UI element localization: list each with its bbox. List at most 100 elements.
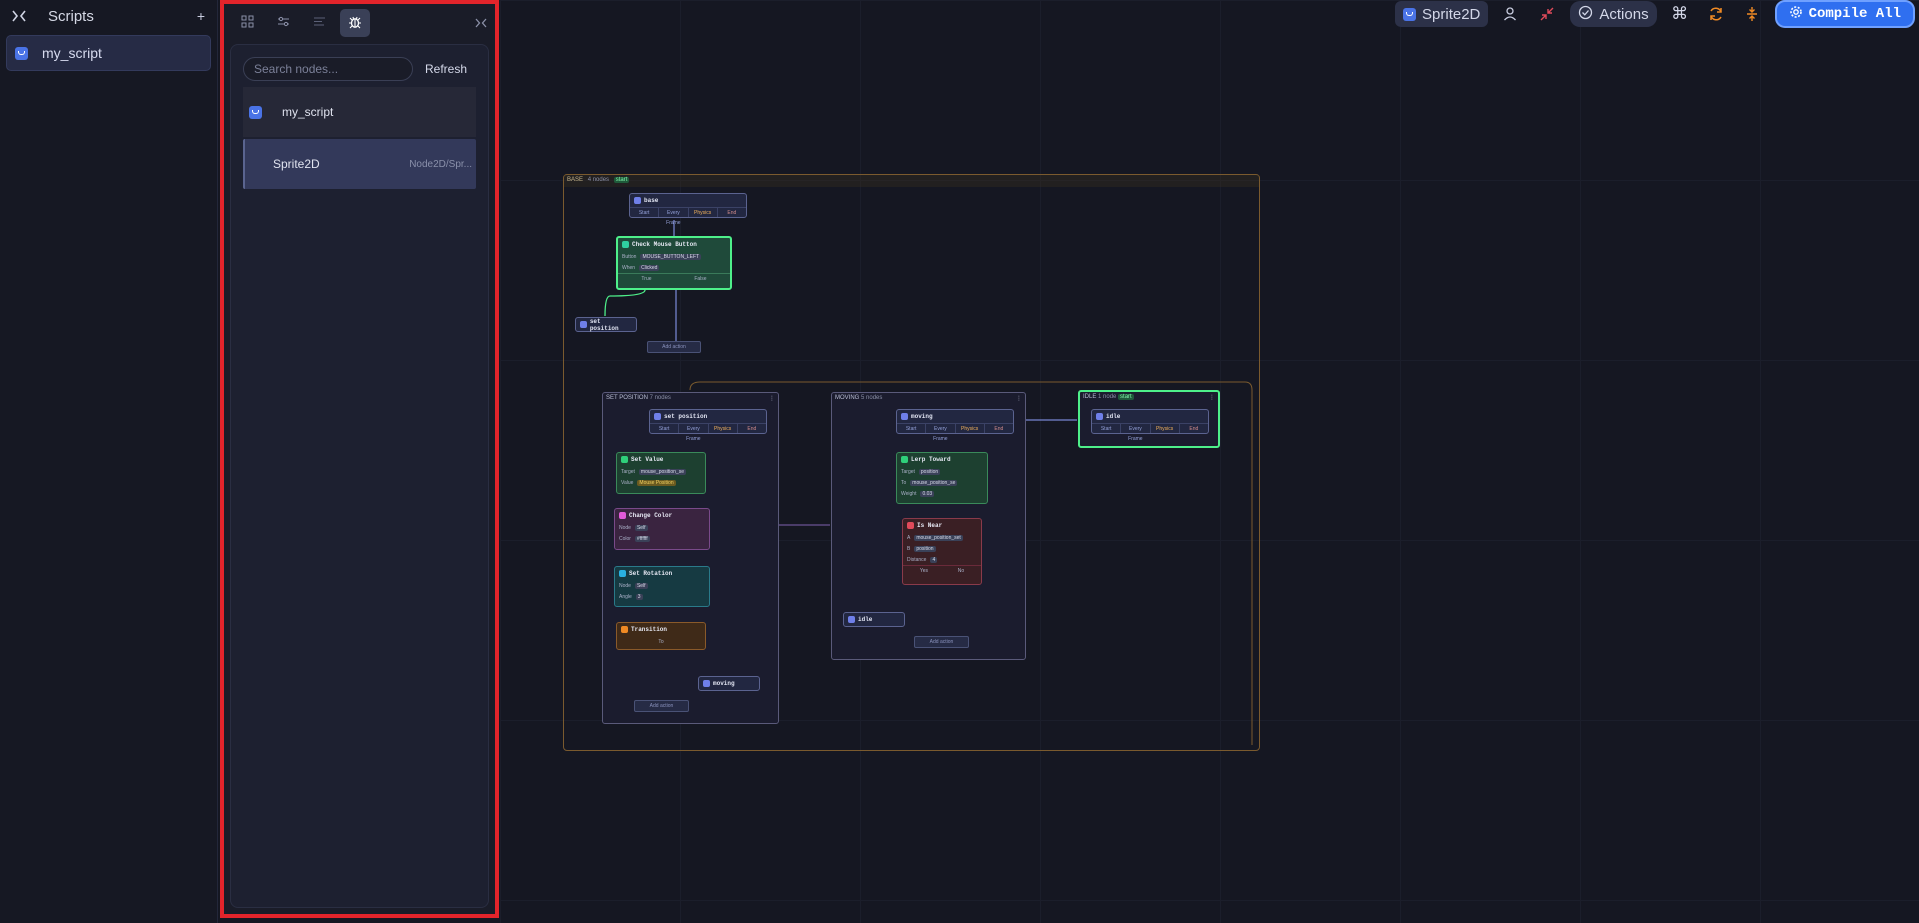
when-value[interactable]: Clicked (639, 264, 660, 271)
yes-port[interactable]: Yes (920, 568, 928, 574)
tree-item-my-script[interactable]: my_script (243, 87, 476, 137)
target-value[interactable]: mouse_position_se (638, 468, 686, 475)
target-label: Target (901, 468, 915, 475)
group-menu-icon[interactable]: ⋮ (1209, 394, 1215, 402)
transition-node[interactable]: Transition To (616, 622, 706, 650)
graph-canvas[interactable]: BASE 4 nodes start base Start Every Fram… (500, 0, 1919, 923)
color-value[interactable]: #ffffff (634, 535, 650, 542)
value-value[interactable]: Mouse Position (637, 479, 676, 486)
tree-item-label: Sprite2D (273, 157, 320, 171)
a-value[interactable]: mouse_position_set (914, 534, 963, 541)
tab-every-frame[interactable]: Every Frame (1121, 424, 1151, 442)
is-near-node[interactable]: Is Near Amouse_position_set Bposition Di… (902, 518, 982, 585)
true-port[interactable]: True (641, 276, 651, 282)
refresh-icon[interactable] (1703, 1, 1729, 27)
node-value[interactable]: Self (634, 582, 648, 589)
node-panel: Refresh my_script Sprite2D Node2D/Spr... (220, 0, 499, 918)
change-color-node[interactable]: Change Color Node Self Color #ffffff (614, 508, 710, 550)
idle-ref-node[interactable]: idle (843, 612, 905, 627)
actions-button[interactable]: Actions (1570, 1, 1657, 27)
b-value[interactable]: position (914, 545, 936, 552)
false-port[interactable]: False (694, 276, 706, 282)
scripts-header: Scripts + (0, 0, 217, 32)
plus-icon[interactable]: + (197, 8, 205, 24)
tab-end[interactable]: End (738, 424, 766, 433)
command-icon[interactable]: ⌘ (1667, 1, 1693, 27)
weight-value[interactable]: 0.03 (920, 490, 935, 497)
tree-item-sprite2d[interactable]: Sprite2D Node2D/Spr... (243, 139, 476, 189)
script-item-my-script[interactable]: my_script (6, 35, 211, 71)
tab-start[interactable]: Start (630, 208, 660, 217)
lerp-toward-node[interactable]: Lerp Toward Target position To mouse_posit… (896, 452, 988, 504)
grid-icon (241, 15, 254, 31)
tab-every-frame[interactable]: Every Frame (679, 424, 709, 442)
node-label: Node (619, 524, 631, 531)
tab-start[interactable]: Start (897, 424, 927, 433)
bug-icon (348, 15, 362, 32)
set-position-ref-node[interactable]: set position (575, 317, 637, 332)
node-title: idle (858, 616, 873, 623)
tab-start[interactable]: Start (650, 424, 680, 433)
tab-physics[interactable]: Physics (689, 208, 718, 217)
idle-state-node[interactable]: idle Start Every Frame Physics End (1091, 409, 1209, 442)
set-rotation-node[interactable]: Set Rotation Node Self Angle 3 (614, 566, 710, 607)
tab-end[interactable]: End (985, 424, 1013, 433)
tab-sliders[interactable] (268, 9, 298, 37)
add-action-button[interactable]: Add action (914, 636, 969, 648)
tab-physics[interactable]: Physics (709, 424, 738, 433)
target-value[interactable]: position (918, 468, 941, 475)
tab-end[interactable]: End (1180, 424, 1208, 433)
add-action-button[interactable]: Add action (634, 700, 689, 712)
tab-physics[interactable]: Physics (1151, 424, 1180, 433)
tab-debug[interactable] (340, 9, 370, 37)
action-icon (621, 456, 628, 463)
tab-list[interactable] (304, 9, 334, 37)
collapse-icon[interactable] (12, 10, 26, 22)
set-value-node[interactable]: Set Value Target mouse_position_se Value M… (616, 452, 706, 494)
search-input[interactable] (243, 57, 413, 81)
node-title: Set Rotation (629, 570, 673, 577)
group-count: 7 nodes (649, 395, 671, 401)
tab-grid[interactable] (232, 9, 262, 37)
condition-icon (622, 241, 629, 248)
script-item-label: my_script (42, 45, 102, 61)
group-menu-icon[interactable]: ⋮ (1016, 395, 1022, 403)
group-menu-icon[interactable]: ⋮ (769, 395, 775, 403)
node-title: idle (1106, 413, 1121, 420)
tab-physics[interactable]: Physics (956, 424, 985, 433)
frame-title: BASE (567, 177, 584, 183)
moving-state-node[interactable]: moving Start Every Frame Physics End (896, 409, 1014, 442)
node-selector[interactable]: Sprite2D (1395, 1, 1489, 27)
state-icon (580, 321, 587, 328)
moving-ref-node[interactable]: moving (698, 676, 760, 691)
group-title: MOVING (835, 395, 860, 401)
a-label: A (907, 534, 911, 541)
add-action-button[interactable]: Add action (647, 341, 701, 353)
angle-value[interactable]: 3 (635, 593, 643, 600)
panel-collapse-icon[interactable] (475, 18, 487, 28)
collapse-vertical-icon[interactable] (1739, 1, 1765, 27)
scripts-title: Scripts (48, 7, 94, 25)
search-row: Refresh (231, 45, 488, 87)
refresh-button[interactable]: Refresh (425, 62, 467, 76)
compile-all-button[interactable]: Compile All (1774, 0, 1915, 28)
node-selector-label: Sprite2D (1422, 5, 1481, 23)
distance-value[interactable]: 4 (930, 556, 938, 563)
to-port[interactable]: To (658, 639, 663, 645)
no-port[interactable]: No (958, 568, 964, 574)
set-position-state-node[interactable]: set position Start Every Frame Physics E… (649, 409, 767, 442)
minimize-icon[interactable] (1534, 1, 1560, 27)
button-value[interactable]: MOUSE_BUTTON_LEFT (640, 253, 702, 260)
base-state-node[interactable]: base Start Every Frame Physics End (629, 193, 747, 226)
check-mouse-button-node[interactable]: Check Mouse Button Button MOUSE_BUTTON_LE… (616, 236, 732, 290)
tab-every-frame[interactable]: Every Frame (659, 208, 689, 226)
tab-start[interactable]: Start (1092, 424, 1122, 433)
tab-end[interactable]: End (718, 208, 746, 217)
scripts-panel: Scripts + my_script (0, 0, 218, 923)
condition-icon (907, 522, 914, 529)
node-value[interactable]: Self (634, 524, 648, 531)
tab-every-frame[interactable]: Every Frame (926, 424, 956, 442)
godot-icon (15, 46, 28, 60)
user-icon[interactable] (1498, 1, 1524, 27)
to-value[interactable]: mouse_position_se (910, 479, 958, 486)
